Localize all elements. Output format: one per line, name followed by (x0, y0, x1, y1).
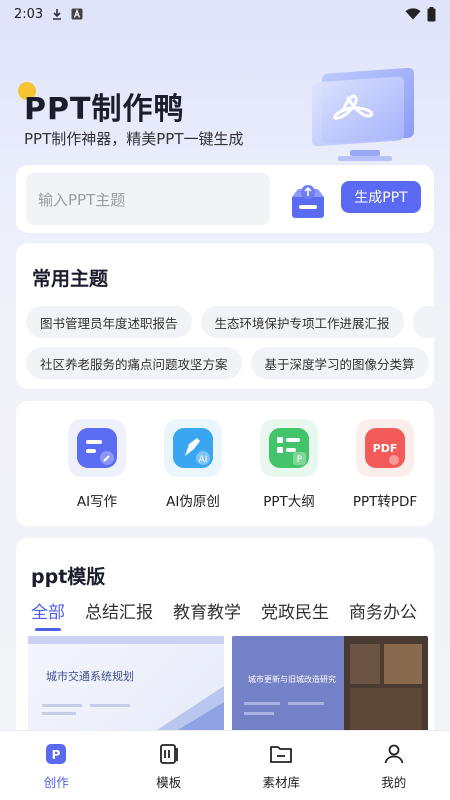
user-icon (384, 744, 404, 764)
templates-card: ppt模版 全部 总结汇报 教育教学 党政民生 商务办公 城市交通系统规划 城市… (16, 538, 434, 738)
tool-label: AI伪原创 (166, 494, 220, 510)
tools-card: AI写作 AI AI伪原创 P PPT大纲 PDF PPT转PDF (16, 401, 434, 526)
hero-banner: PPT制作鸭 PPT制作神器，精美PPT一键生成 (0, 60, 450, 170)
app-subtitle: PPT制作神器，精美PPT一键生成 (24, 130, 244, 148)
template-tabs: 全部 总结汇报 教育教学 党政民生 商务办公 (31, 598, 417, 631)
topic-chip-row: 图书管理员年度述职报告 生态环境保护专项工作进展汇报 (26, 306, 434, 338)
pdf-monitor-illustration-icon (312, 67, 414, 161)
templates-title: ppt模版 (31, 566, 106, 588)
nav-create[interactable]: P 创作 (0, 731, 113, 800)
svg-text:P: P (52, 748, 61, 762)
tab-party-government[interactable]: 党政民生 (261, 598, 329, 629)
tool-ppt-to-pdf[interactable]: PDF PPT转PDF (340, 419, 430, 510)
generate-ppt-button[interactable]: 生成PPT (341, 181, 421, 213)
tab-business-office[interactable]: 商务办公 (349, 598, 417, 629)
template-title: 城市交通系统规划 (46, 670, 134, 683)
topic-chip[interactable] (412, 306, 434, 338)
battery-icon (427, 6, 436, 21)
ppt-outline-icon: P (260, 419, 318, 477)
tool-label: AI写作 (76, 494, 118, 510)
topic-chip[interactable]: 社区养老服务的痛点问题攻坚方案 (26, 347, 242, 379)
tab-education[interactable]: 教育教学 (173, 598, 241, 629)
tool-ai-writing[interactable]: AI写作 (52, 419, 142, 510)
topic-chip[interactable]: 生态环境保护专项工作进展汇报 (200, 306, 404, 338)
topic-chip[interactable]: 图书管理员年度述职报告 (26, 306, 192, 338)
topic-chip[interactable]: 基于深度学习的图像分类算 (250, 347, 429, 379)
nav-label: 素材库 (262, 775, 300, 790)
nav-label: 模板 (156, 775, 182, 790)
svg-text:AI: AI (199, 455, 208, 465)
tool-label: PPT大纲 (263, 494, 315, 510)
topic-chip-row: 社区养老服务的痛点问题攻坚方案 基于深度学习的图像分类算 (26, 347, 429, 379)
nav-label: 创作 (43, 775, 69, 790)
app-title: PPT制作鸭 (24, 92, 185, 127)
wifi-icon (405, 8, 421, 20)
nav-materials[interactable]: 素材库 (225, 731, 338, 800)
topics-title: 常用主题 (32, 268, 109, 290)
template-icon (159, 744, 178, 764)
tool-label: PPT转PDF (352, 494, 418, 510)
search-card: 输入PPT主题 生成PPT (16, 165, 434, 233)
ai-rewrite-icon: AI (164, 419, 222, 477)
template-thumbnail (232, 636, 428, 736)
template-title: 城市更新与旧城改造研究 (248, 675, 336, 684)
status-bar: 2:03 (0, 0, 450, 28)
svg-text:P: P (297, 455, 303, 465)
create-icon: P (46, 744, 67, 764)
common-topics-card: 常用主题 图书管理员年度述职报告 生态环境保护专项工作进展汇报 社区养老服务的痛… (16, 243, 434, 389)
topic-input[interactable]: 输入PPT主题 (26, 173, 270, 225)
ppt-to-pdf-icon: PDF (356, 419, 414, 477)
tab-all[interactable]: 全部 (31, 598, 65, 631)
font-a-icon (71, 8, 83, 20)
folder-icon (270, 746, 293, 763)
nav-label: 我的 (381, 775, 407, 790)
svg-text:PDF: PDF (373, 442, 398, 455)
status-time: 2:03 (14, 6, 44, 22)
tab-summary-report[interactable]: 总结汇报 (85, 598, 153, 629)
template-thumbnail (28, 636, 224, 736)
template-card[interactable]: 城市交通系统规划 (28, 636, 224, 736)
bottom-nav: P 创作 模板 素材库 我的 (0, 730, 450, 800)
nav-templates[interactable]: 模板 (113, 731, 226, 800)
tool-ai-rewrite[interactable]: AI AI伪原创 (148, 419, 238, 510)
template-card[interactable]: 城市更新与旧城改造研究 (232, 636, 428, 736)
download-icon (53, 9, 62, 20)
upload-file-icon[interactable] (288, 181, 328, 219)
nav-profile[interactable]: 我的 (338, 731, 450, 800)
tool-ppt-outline[interactable]: P PPT大纲 (244, 419, 334, 510)
ai-writing-icon (68, 419, 126, 477)
